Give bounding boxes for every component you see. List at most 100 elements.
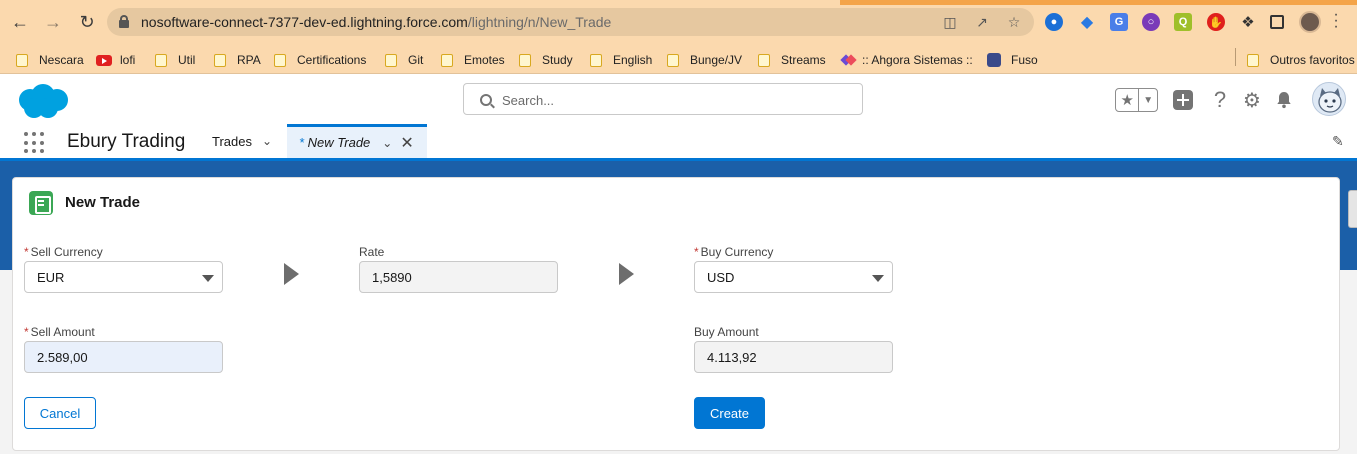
trade-record-icon — [29, 191, 53, 215]
folder-icon — [16, 53, 28, 67]
cancel-button[interactable]: Cancel — [24, 397, 96, 429]
bookmark-streams[interactable]: Streams — [758, 51, 826, 69]
bookmark-certifications[interactable]: Certifications — [274, 51, 366, 69]
dropdown-arrow-icon — [202, 275, 214, 282]
arrow-right-icon — [619, 263, 634, 285]
tab-label: * New Trade — [299, 135, 370, 150]
extension-eye-icon[interactable]: ● — [1045, 13, 1063, 31]
buy-amount-label: Buy Amount — [694, 325, 759, 339]
lock-icon[interactable] — [119, 15, 129, 28]
folder-icon — [274, 53, 286, 67]
extension-circle-icon[interactable]: ○ — [1142, 13, 1160, 31]
buy-currency-label-text: Buy Currency — [700, 245, 774, 259]
bookmark-label: Git — [408, 53, 424, 67]
extension-search-icon[interactable]: Q — [1174, 13, 1192, 31]
notifications-bell-icon[interactable] — [1272, 88, 1296, 112]
utility-scroll-tab[interactable] — [1348, 190, 1357, 228]
sell-amount-label: * Sell Amount — [24, 325, 95, 339]
folder-icon — [155, 53, 167, 67]
chevron-down-icon[interactable]: ⌄ — [262, 134, 272, 148]
bookmark-label: Streams — [781, 53, 826, 67]
bookmark-label: lofi — [120, 53, 136, 67]
url-host: nosoftware-connect-7377-dev-ed.lightning… — [141, 14, 468, 30]
fuso-icon — [987, 53, 1001, 67]
url-text[interactable]: nosoftware-connect-7377-dev-ed.lightning… — [141, 14, 611, 30]
help-icon[interactable]: ? — [1208, 87, 1232, 112]
other-bookmarks[interactable]: Outros favoritos — [1247, 51, 1355, 69]
setup-gear-icon[interactable]: ⚙ — [1240, 88, 1264, 112]
favorites-star-icon[interactable]: ★ — [1116, 89, 1140, 111]
bookmark-study[interactable]: Study — [519, 51, 573, 69]
folder-icon — [385, 53, 397, 67]
salesforce-global-header: ★ ▼ ? ⚙ — [0, 74, 1357, 126]
extension-adblock-icon[interactable]: ✋ — [1207, 13, 1225, 31]
side-panel-icon[interactable] — [1270, 15, 1284, 29]
reload-icon[interactable]: ↻ — [76, 11, 98, 33]
bookmark-fuso[interactable]: Fuso — [987, 51, 1038, 69]
nav-item-trades[interactable]: Trades ⌄ — [212, 124, 272, 158]
add-icon — [1173, 90, 1193, 110]
forward-arrow-icon[interactable]: → — [42, 11, 64, 33]
bookmarks-bar: Nescara lofi Util RPA Certifications Git… — [0, 44, 1357, 74]
user-profile-avatar[interactable] — [1312, 82, 1346, 116]
bookmark-bunge-jv[interactable]: Bunge/JV — [667, 51, 742, 69]
folder-icon — [519, 53, 531, 67]
bookmark-label: :: Ahgora Sistemas :: — [862, 53, 973, 67]
share-icon[interactable]: ↗ — [973, 14, 991, 30]
chevron-down-icon[interactable]: ⌄ — [382, 136, 392, 150]
other-bookmarks-label: Outros favoritos — [1270, 53, 1355, 67]
browser-profile-avatar[interactable] — [1299, 11, 1321, 33]
new-trade-card: New Trade * Sell Currency EUR Rate 1,5890… — [12, 177, 1340, 451]
close-tab-icon[interactable]: ✕ — [400, 133, 413, 153]
buy-currency-label: * Buy Currency — [694, 245, 773, 259]
bookmark-git[interactable]: Git — [385, 51, 423, 69]
translate-icon[interactable]: ◫ — [941, 14, 959, 30]
folder-icon — [758, 53, 770, 67]
bookmark-nescara[interactable]: Nescara — [16, 51, 84, 69]
sell-amount-input[interactable]: 2.589,00 — [24, 341, 223, 373]
global-actions-button[interactable] — [1171, 88, 1195, 112]
favorites-dropdown-icon[interactable]: ▼ — [1139, 89, 1157, 111]
browser-toolbar: ← → ↻ nosoftware-connect-7377-dev-ed.lig… — [0, 0, 1357, 44]
rate-label: Rate — [359, 245, 385, 259]
bookmark-ahgora[interactable]: :: Ahgora Sistemas :: — [842, 51, 973, 69]
extensions-puzzle-icon[interactable]: ❖ — [1239, 13, 1257, 31]
create-button[interactable]: Create — [694, 397, 765, 429]
buy-currency-select[interactable]: USD — [694, 261, 893, 293]
extension-translate-icon[interactable]: G — [1110, 13, 1128, 31]
sell-currency-label: * Sell Currency — [24, 245, 103, 259]
back-arrow-icon[interactable]: ← — [9, 11, 31, 33]
folder-icon — [590, 53, 602, 67]
tab-label-text: New Trade — [307, 135, 371, 150]
bookmark-star-icon[interactable]: ☆ — [1005, 14, 1023, 30]
bookmark-label: Fuso — [1011, 53, 1038, 67]
sell-currency-select[interactable]: EUR — [24, 261, 223, 293]
global-search-box[interactable] — [463, 83, 863, 115]
bookmark-label: Certifications — [297, 53, 367, 67]
folder-icon — [214, 53, 226, 67]
favorites-button-group[interactable]: ★ ▼ — [1115, 88, 1158, 112]
bookmark-emotes[interactable]: Emotes — [441, 51, 505, 69]
bookmark-label: Nescara — [39, 53, 84, 67]
bookmark-util[interactable]: Util — [155, 51, 195, 69]
global-search-input[interactable] — [502, 90, 842, 110]
edit-nav-pencil-icon[interactable]: ✎ — [1332, 133, 1344, 150]
folder-icon — [441, 53, 453, 67]
salesforce-cloud-logo[interactable] — [14, 82, 74, 122]
active-browser-tab[interactable] — [0, 0, 840, 5]
buy-amount-value: 4.113,92 — [707, 349, 757, 365]
bookmark-lofi[interactable]: lofi — [96, 51, 135, 69]
bookmark-label: Bunge/JV — [690, 53, 743, 67]
extension-diamond-icon[interactable]: ◆ — [1078, 13, 1096, 31]
bookmark-label: English — [613, 53, 653, 67]
sell-currency-value: EUR — [37, 269, 65, 285]
arrow-right-icon — [284, 263, 299, 285]
tab-new-trade[interactable]: * New Trade ⌄ ✕ — [287, 124, 427, 158]
app-launcher-icon[interactable] — [24, 132, 46, 154]
bookmark-english[interactable]: English — [590, 51, 652, 69]
address-bar[interactable]: nosoftware-connect-7377-dev-ed.lightning… — [107, 8, 1034, 36]
bookmark-rpa[interactable]: RPA — [214, 51, 261, 69]
browser-menu-icon[interactable]: · · · — [1331, 7, 1341, 35]
required-marker: * — [24, 325, 29, 339]
folder-icon — [667, 53, 679, 67]
